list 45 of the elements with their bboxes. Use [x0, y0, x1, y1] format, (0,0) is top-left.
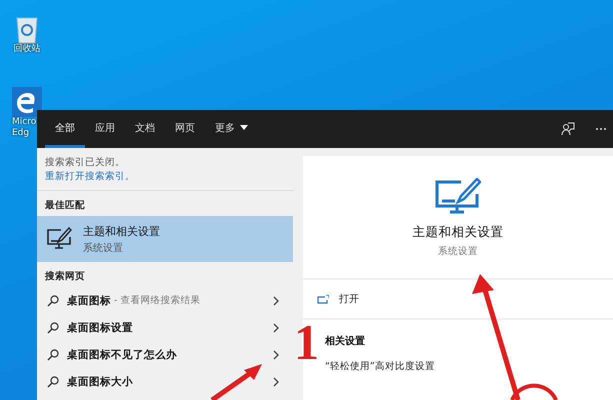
web-result-item[interactable]: 桌面图标不见了怎么办 [37, 341, 293, 368]
reopen-index-link[interactable]: 重新打开搜索索引。 [45, 170, 285, 183]
result-text: 桌面图标大小 [67, 374, 133, 388]
section-heading: 最佳匹配 [44, 199, 86, 213]
chevron-icon [273, 296, 279, 306]
icon-label: 回收站 [14, 44, 40, 55]
preview-title: 主题和相关设置 [412, 224, 504, 241]
preview-subtitle: 系统设置 [438, 245, 478, 258]
open-button[interactable]: 打开 [303, 284, 373, 314]
monitor-brush-icon [47, 227, 73, 251]
chevron-icon [273, 376, 279, 386]
tab[interactable]: 文档 [125, 110, 165, 148]
more-options-icon [595, 127, 607, 131]
search-icon [47, 376, 59, 388]
web-result-item[interactable]: 桌面图标设置 [37, 314, 293, 341]
more-dropdown[interactable]: 更多 [205, 110, 258, 148]
chevron-icon [273, 322, 279, 332]
result-title: 主题和相关设置 [83, 224, 160, 238]
web-result-item[interactable]: 桌面图标 - 查看网络搜索结果 [37, 287, 293, 314]
window-arrow-icon [317, 294, 329, 304]
icon-label: Edg [12, 128, 30, 139]
feedback-icon [561, 122, 575, 136]
tab[interactable]: 应用 [85, 110, 125, 148]
section-heading: 搜索网页 [44, 270, 86, 284]
result-text: 桌面图标设置 [67, 320, 133, 334]
related-link[interactable]: “轻松使用”高对比度设置 [325, 360, 435, 373]
icon-label: Micro [12, 117, 36, 128]
search-icon [47, 322, 59, 334]
result-hint: - 查看网络搜索结果 [114, 294, 200, 307]
notice-text: 搜索索引已关闭。 [45, 156, 126, 169]
result-text: 桌面图标 [67, 294, 111, 308]
best-match-item[interactable]: 主题和相关设置 系统设置 [37, 216, 293, 262]
browser-icon [12, 87, 42, 117]
result-text: 桌面图标不见了怎么办 [67, 348, 177, 362]
search-icon [47, 348, 59, 360]
related-heading: 相关设置 [325, 334, 365, 348]
step-number: 1 [294, 316, 319, 368]
monitor-brush-icon [435, 178, 481, 214]
web-result-item[interactable]: 桌面图标大小 [37, 368, 293, 395]
chevron-icon [273, 350, 279, 360]
tab[interactable]: 网页 [165, 110, 205, 148]
caret-icon [240, 125, 248, 130]
annotation-arrow [210, 364, 262, 400]
search-icon [47, 294, 59, 306]
result-subtitle: 系统设置 [83, 242, 124, 254]
